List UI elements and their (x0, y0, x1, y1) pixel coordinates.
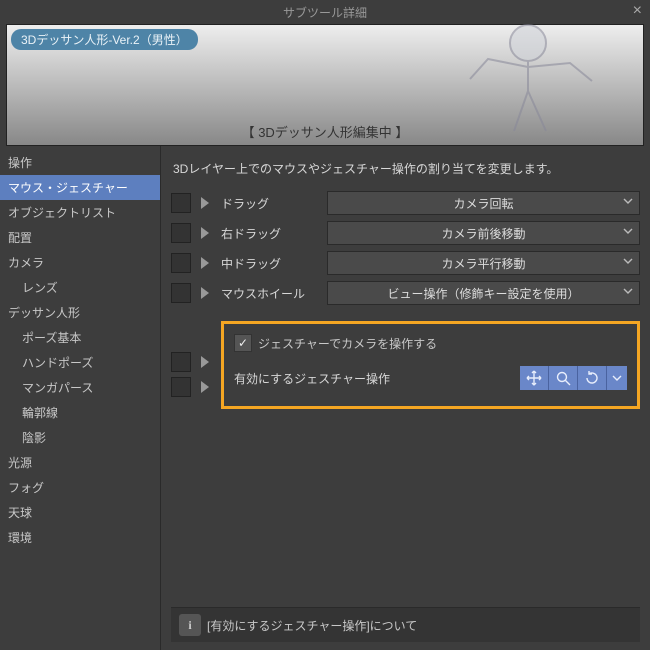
info-icon: i (179, 614, 201, 636)
move-icon[interactable] (520, 366, 549, 390)
gesture-icon-buttons (520, 366, 627, 390)
preview-pane: 3Dデッサン人形-Ver.2（男性） 【 3Dデッサン人形編集中 】 (6, 24, 644, 146)
sidebar-item-3[interactable]: 配置 (0, 225, 160, 250)
setting-label: 右ドラッグ (221, 225, 321, 242)
window-title: サブツール詳細 (283, 4, 367, 21)
toggle-box[interactable] (171, 253, 191, 273)
sidebar-item-7[interactable]: ポーズ基本 (0, 325, 160, 350)
setting-select[interactable]: カメラ回転 (327, 191, 640, 215)
play-icon[interactable] (201, 257, 209, 269)
sidebar: 操作マウス・ジェスチャーオブジェクトリスト配置カメラレンズデッサン人形ポーズ基本… (0, 146, 161, 650)
setting-value: カメラ回転 (453, 195, 513, 212)
highlight-box: ✓ ジェスチャーでカメラを操作する 有効にするジェスチャー操作 (221, 321, 640, 409)
mannequin-preview (433, 15, 613, 145)
gesture-checkbox-label: ジェスチャーでカメラを操作する (258, 335, 437, 352)
play-icon[interactable] (201, 356, 209, 368)
sidebar-item-1[interactable]: マウス・ジェスチャー (0, 175, 160, 200)
sidebar-item-8[interactable]: ハンドポーズ (0, 350, 160, 375)
gesture-prefix-row-2 (171, 377, 211, 397)
setting-select[interactable]: カメラ平行移動 (327, 251, 640, 275)
setting-value: ビュー操作（修飾キー設定を使用） (387, 285, 579, 302)
toggle-box[interactable] (171, 223, 191, 243)
setting-label: 中ドラッグ (221, 255, 321, 272)
sidebar-item-9[interactable]: マンガパース (0, 375, 160, 400)
zoom-icon[interactable] (549, 366, 578, 390)
subtool-chip: 3Dデッサン人形-Ver.2（男性） (11, 29, 198, 50)
info-text: [有効にするジェスチャー操作]について (207, 617, 417, 634)
toggle-box[interactable] (171, 352, 191, 372)
chevron-down-icon (623, 226, 633, 236)
setting-value: カメラ平行移動 (441, 255, 525, 272)
setting-row-0: ドラッグ カメラ回転 (171, 191, 640, 215)
rotate-icon[interactable] (578, 366, 607, 390)
sidebar-item-15[interactable]: 環境 (0, 525, 160, 550)
chevron-down-icon (623, 256, 633, 266)
enable-gesture-row: 有効にするジェスチャー操作 (234, 366, 627, 390)
setting-value: カメラ前後移動 (441, 225, 525, 242)
checkbox[interactable]: ✓ (234, 334, 252, 352)
sidebar-item-2[interactable]: オブジェクトリスト (0, 200, 160, 225)
gesture-prefix-row: ✓ ジェスチャーでカメラを操作する 有効にするジェスチャー操作 (171, 315, 640, 409)
setting-row-1: 右ドラッグ カメラ前後移動 (171, 221, 640, 245)
setting-select[interactable]: カメラ前後移動 (327, 221, 640, 245)
sidebar-item-6[interactable]: デッサン人形 (0, 300, 160, 325)
gesture-dropdown[interactable] (607, 366, 627, 390)
toggle-box[interactable] (171, 283, 191, 303)
sidebar-item-13[interactable]: フォグ (0, 475, 160, 500)
panel-description: 3Dレイヤー上でのマウスやジェスチャー操作の割り当てを変更します。 (171, 154, 640, 187)
setting-select[interactable]: ビュー操作（修飾キー設定を使用） (327, 281, 640, 305)
sidebar-item-0[interactable]: 操作 (0, 150, 160, 175)
setting-label: ドラッグ (221, 195, 321, 212)
info-bar: i [有効にするジェスチャー操作]について (171, 607, 640, 642)
play-icon[interactable] (201, 287, 209, 299)
enable-gesture-label: 有効にするジェスチャー操作 (234, 370, 390, 387)
play-icon[interactable] (201, 197, 209, 209)
toggle-box[interactable] (171, 193, 191, 213)
gesture-checkbox-row: ✓ ジェスチャーでカメラを操作する (234, 334, 627, 352)
sidebar-item-14[interactable]: 天球 (0, 500, 160, 525)
chevron-down-icon (623, 286, 633, 296)
toggle-box[interactable] (171, 377, 191, 397)
sidebar-item-12[interactable]: 光源 (0, 450, 160, 475)
close-icon[interactable]: × (633, 2, 642, 20)
sidebar-item-5[interactable]: レンズ (0, 275, 160, 300)
setting-label: マウスホイール (221, 285, 321, 302)
sidebar-item-11[interactable]: 陰影 (0, 425, 160, 450)
sidebar-item-10[interactable]: 輪郭線 (0, 400, 160, 425)
chevron-down-icon (623, 196, 633, 206)
main-panel: 3Dレイヤー上でのマウスやジェスチャー操作の割り当てを変更します。 ドラッグカメ… (161, 146, 650, 650)
play-icon[interactable] (201, 381, 209, 393)
setting-row-2: 中ドラッグ カメラ平行移動 (171, 251, 640, 275)
play-icon[interactable] (201, 227, 209, 239)
sidebar-item-4[interactable]: カメラ (0, 250, 160, 275)
setting-row-3: マウスホイール ビュー操作（修飾キー設定を使用） (171, 281, 640, 305)
